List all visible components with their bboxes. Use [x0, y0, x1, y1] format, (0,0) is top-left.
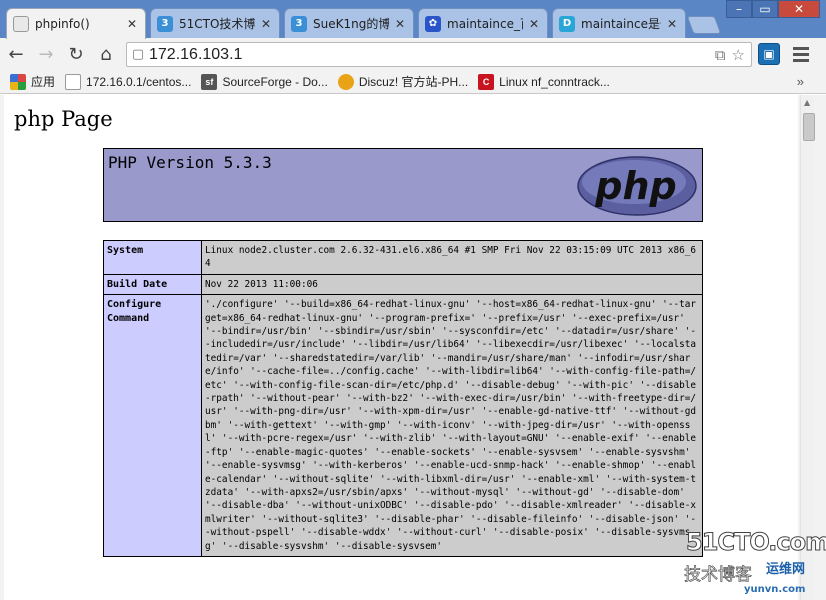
discuz-icon	[337, 73, 354, 90]
51cto-icon: 3	[291, 15, 307, 32]
bookmark-label: Discuz! 官方站-PH...	[358, 75, 469, 89]
php-logo-icon: php	[577, 156, 697, 216]
sf-icon: sf	[201, 73, 218, 90]
home-icon[interactable]: ⌂	[92, 40, 120, 68]
php-logo-text: php	[594, 164, 676, 208]
table-row: Build Date Nov 22 2013 11:00:06	[103, 273, 703, 296]
watermark-url: yunvn.com	[744, 584, 806, 595]
page-icon	[13, 16, 29, 32]
scroll-track[interactable]: ▲	[800, 95, 815, 600]
vertical-scrollbar[interactable]: ▲	[798, 95, 826, 600]
more-bookmarks-icon[interactable]: »	[797, 74, 804, 89]
php-version-header: PHP Version 5.3.3 php	[103, 148, 703, 222]
new-tab-button[interactable]	[686, 16, 722, 34]
row-key: System	[103, 240, 202, 275]
row-value: './configure' '--build=x86_64-redhat-lin…	[201, 294, 703, 557]
browser-toolbar: ← → ↻ ⌂ ▢ 172.16.103.1 ⧉ ☆ ▣	[0, 38, 826, 70]
watermark: 51CTO.com 技术博客 运维网 yunvn.com	[682, 528, 826, 600]
scroll-thumb[interactable]	[803, 113, 815, 141]
url-text[interactable]: 172.16.103.1	[149, 46, 715, 64]
close-icon[interactable]: ✕	[125, 17, 139, 31]
bookmark-discuz[interactable]: Discuz! 官方站-PH...	[337, 73, 469, 90]
watermark-sub: 技术博客	[684, 565, 753, 586]
maximize-icon[interactable]: ▭	[752, 0, 778, 18]
minimize-icon[interactable]: –	[726, 0, 752, 18]
row-value: Linux node2.cluster.com 2.6.32-431.el6.x…	[201, 240, 703, 275]
forward-icon[interactable]: →	[32, 40, 60, 68]
tab-label: phpinfo()	[35, 17, 90, 31]
bookmark-sourceforge[interactable]: sf SourceForge - Do...	[201, 73, 328, 90]
row-key: Configure Command	[103, 294, 202, 557]
window-controls: – ▭ ✕	[726, 0, 820, 18]
table-row: Configure Command './configure' '--build…	[103, 294, 703, 557]
bookmark-apps[interactable]: 应用	[10, 73, 55, 90]
bookmark-label: SourceForge - Do...	[222, 74, 328, 89]
php-version: PHP Version 5.3.3	[108, 153, 272, 172]
address-bar[interactable]: ▢ 172.16.103.1 ⧉ ☆	[126, 42, 752, 67]
bookmark-label: 应用	[31, 75, 56, 89]
page-icon	[65, 73, 82, 90]
tab-label: 51CTO技术博客	[179, 17, 255, 31]
watermark-extra: 运维网	[766, 562, 806, 577]
row-value: Nov 22 2013 11:00:06	[201, 273, 703, 296]
apps-grid-icon	[10, 73, 26, 90]
bookmark-linux-conntrack[interactable]: C Linux nf_conntrack...	[478, 73, 610, 90]
tab-label: SueK1ng的博客	[313, 17, 389, 31]
row-key: Build Date	[103, 273, 202, 296]
csdn-icon: C	[478, 73, 495, 90]
tab-maintaince-what[interactable]: D maintaince是什 ✕	[552, 8, 686, 38]
page-title: php Page	[14, 107, 113, 131]
php-info-table: System Linux node2.cluster.com 2.6.32-43…	[103, 240, 703, 557]
bookmark-centos[interactable]: 172.16.0.1/centos...	[65, 73, 192, 90]
tab-label: maintaince_百	[447, 17, 523, 31]
51cto-icon: 3	[157, 15, 173, 32]
tab-strip: phpinfo() ✕ 3 51CTO技术博客 ✕ 3 SueK1ng的博客 ✕…	[0, 0, 826, 39]
tab-phpinfo[interactable]: phpinfo() ✕	[6, 8, 146, 39]
bookmark-label: 172.16.0.1/centos...	[86, 74, 192, 89]
bookmark-label: Linux nf_conntrack...	[499, 74, 610, 89]
page-icon: ▢	[131, 47, 145, 62]
back-icon[interactable]: ←	[2, 40, 30, 68]
close-icon[interactable]: ✕	[665, 17, 679, 31]
close-icon[interactable]: ✕	[393, 17, 407, 31]
translate-icon[interactable]: ⧉	[715, 46, 726, 64]
bookmarks-bar: 应用 172.16.0.1/centos... sf SourceForge -…	[0, 70, 826, 94]
close-icon[interactable]: ✕	[527, 17, 541, 31]
scroll-up-icon[interactable]: ▲	[804, 98, 810, 107]
close-icon[interactable]: ✕	[259, 17, 273, 31]
reload-icon[interactable]: ↻	[62, 40, 90, 68]
window-close-icon[interactable]: ✕	[778, 0, 820, 18]
d-icon: D	[559, 15, 575, 32]
star-icon[interactable]: ☆	[732, 46, 745, 64]
baidu-paw-icon: ✿	[425, 15, 441, 32]
page-viewport: php Page PHP Version 5.3.3 php System Li…	[0, 95, 812, 600]
tab-51cto[interactable]: 3 51CTO技术博客 ✕	[150, 8, 280, 38]
tab-label: maintaince是什	[581, 17, 661, 31]
tab-maintaince-baidu[interactable]: ✿ maintaince_百 ✕	[418, 8, 548, 38]
tab-sueking-blog[interactable]: 3 SueK1ng的博客 ✕	[284, 8, 414, 38]
extension-icon[interactable]: ▣	[758, 43, 780, 65]
table-row: System Linux node2.cluster.com 2.6.32-43…	[103, 240, 703, 275]
watermark-brand: 51CTO.com	[685, 528, 826, 557]
omnibox-actions: ⧉ ☆	[715, 46, 745, 64]
menu-icon[interactable]	[790, 42, 812, 66]
